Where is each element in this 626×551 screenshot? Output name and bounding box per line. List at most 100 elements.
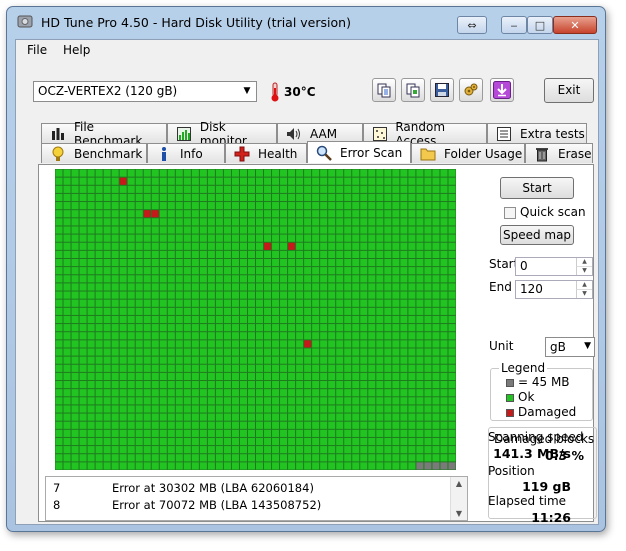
copy-text-button[interactable] [372, 78, 396, 102]
block-ok [239, 429, 247, 437]
block-ok [416, 389, 424, 397]
tab-random-access[interactable]: Random Access [363, 120, 487, 148]
spin-down-icon[interactable]: ▼ [576, 289, 592, 298]
block-ok [328, 258, 336, 267]
block-ok [239, 250, 247, 258]
block-ok [71, 291, 79, 299]
block-ok [416, 454, 424, 462]
trash-icon [534, 146, 550, 162]
minimize-button[interactable]: ‒ [501, 16, 527, 34]
block-ok [400, 234, 408, 242]
block-ok [135, 340, 143, 348]
scroll-down-icon[interactable]: ▼ [451, 509, 467, 518]
block-ok [400, 421, 408, 429]
extra-tests-icon [496, 126, 512, 142]
log-scrollbar[interactable]: ▲ ▼ [450, 477, 467, 520]
block-ok [87, 193, 95, 202]
block-ok [207, 242, 215, 250]
block-ok [336, 315, 344, 324]
block-ok [384, 405, 392, 413]
block-ok [288, 177, 296, 185]
error-log-list[interactable]: 7 Error at 30302 MB (LBA 62060184) 8 Err… [45, 476, 468, 521]
exit-button[interactable]: Exit [544, 78, 594, 103]
tab-file-benchmark[interactable]: File Benchmark [41, 120, 167, 148]
spin-up-icon[interactable]: ▲ [576, 281, 592, 289]
tab-label: Extra tests [520, 126, 585, 141]
block-ok [103, 202, 111, 210]
block-ok [376, 356, 384, 364]
block-ok [135, 381, 143, 389]
block-ok [151, 185, 159, 193]
block-ok [296, 169, 304, 177]
scroll-up-icon[interactable]: ▲ [451, 479, 467, 488]
block-ok [191, 421, 199, 429]
elapsed-time-value: 11:26 [531, 510, 571, 525]
block-ok [167, 356, 175, 364]
tab-info[interactable]: Info [147, 143, 225, 163]
tab-extra-tests[interactable]: Extra tests [487, 123, 587, 143]
block-ok [296, 226, 304, 234]
block-ok [376, 193, 384, 202]
block-ok [199, 454, 207, 462]
tab-folder-usage[interactable]: Folder Usage [411, 143, 525, 163]
spin-up-icon[interactable]: ▲ [576, 258, 592, 266]
block-ok [384, 397, 392, 405]
speed-map-button[interactable]: Speed map [500, 225, 574, 245]
end-spinner[interactable]: 120 ▲ ▼ [515, 280, 593, 299]
menu-help[interactable]: Help [63, 43, 90, 57]
start-spinner[interactable]: 0 ▲ ▼ [515, 257, 593, 276]
block-ok [368, 446, 376, 454]
maximize-button[interactable]: □ [527, 16, 553, 34]
title-bar[interactable]: HD Tune Pro 4.50 - Hard Disk Utility (tr… [7, 7, 605, 37]
block-ok [416, 258, 424, 267]
options-button[interactable] [459, 78, 483, 102]
spin-down-icon[interactable]: ▼ [576, 266, 592, 275]
block-ok [231, 413, 239, 421]
block-ok [448, 250, 456, 258]
tab-erase[interactable]: Erase [525, 143, 593, 163]
block-ok [55, 421, 63, 429]
quick-scan-checkbox[interactable] [504, 207, 516, 219]
block-ok [448, 446, 456, 454]
start-button[interactable]: Start [500, 177, 574, 199]
block-ok [264, 381, 272, 389]
tab-health[interactable]: Health [225, 143, 307, 163]
block-ok [432, 340, 440, 348]
block-ok [103, 242, 111, 250]
save-button[interactable] [430, 78, 454, 102]
block-ok [223, 267, 231, 275]
block-ok [392, 275, 400, 283]
tab-disk-monitor[interactable]: Disk monitor [167, 120, 277, 148]
block-ok [432, 250, 440, 258]
block-ok [448, 429, 456, 437]
tab-error-scan[interactable]: Error Scan [307, 141, 411, 163]
block-ok [247, 462, 255, 470]
block-ok [368, 267, 376, 275]
block-ok [432, 397, 440, 405]
close-button[interactable]: ✕ [553, 16, 597, 34]
block-ok [55, 185, 63, 193]
block-ok [336, 372, 344, 381]
block-ok [103, 429, 111, 437]
block-ok [272, 307, 280, 315]
block-ok [384, 218, 392, 226]
block-ok [416, 324, 424, 332]
block-ok [360, 446, 368, 454]
download-button[interactable] [490, 78, 514, 102]
block-ok [432, 429, 440, 437]
block-ok [103, 299, 111, 307]
block-ok [416, 446, 424, 454]
tab-benchmark[interactable]: Benchmark [41, 143, 147, 163]
block-ok [336, 332, 344, 340]
menu-file[interactable]: File [27, 43, 47, 57]
block-ok [408, 234, 416, 242]
unit-select[interactable]: gB ▼ [545, 337, 595, 357]
copy-screenshot-button[interactable] [401, 78, 425, 102]
block-ok [151, 177, 159, 185]
block-ok [336, 389, 344, 397]
block-ok [384, 193, 392, 202]
tab-aam[interactable]: AAM [277, 123, 363, 143]
log-text: Error at 30302 MB (LBA 62060184) [112, 481, 314, 495]
drive-select[interactable]: OCZ-VERTEX2 (120 gB) ▼ [33, 81, 257, 102]
restore-icon[interactable]: ⇔ [457, 16, 487, 34]
